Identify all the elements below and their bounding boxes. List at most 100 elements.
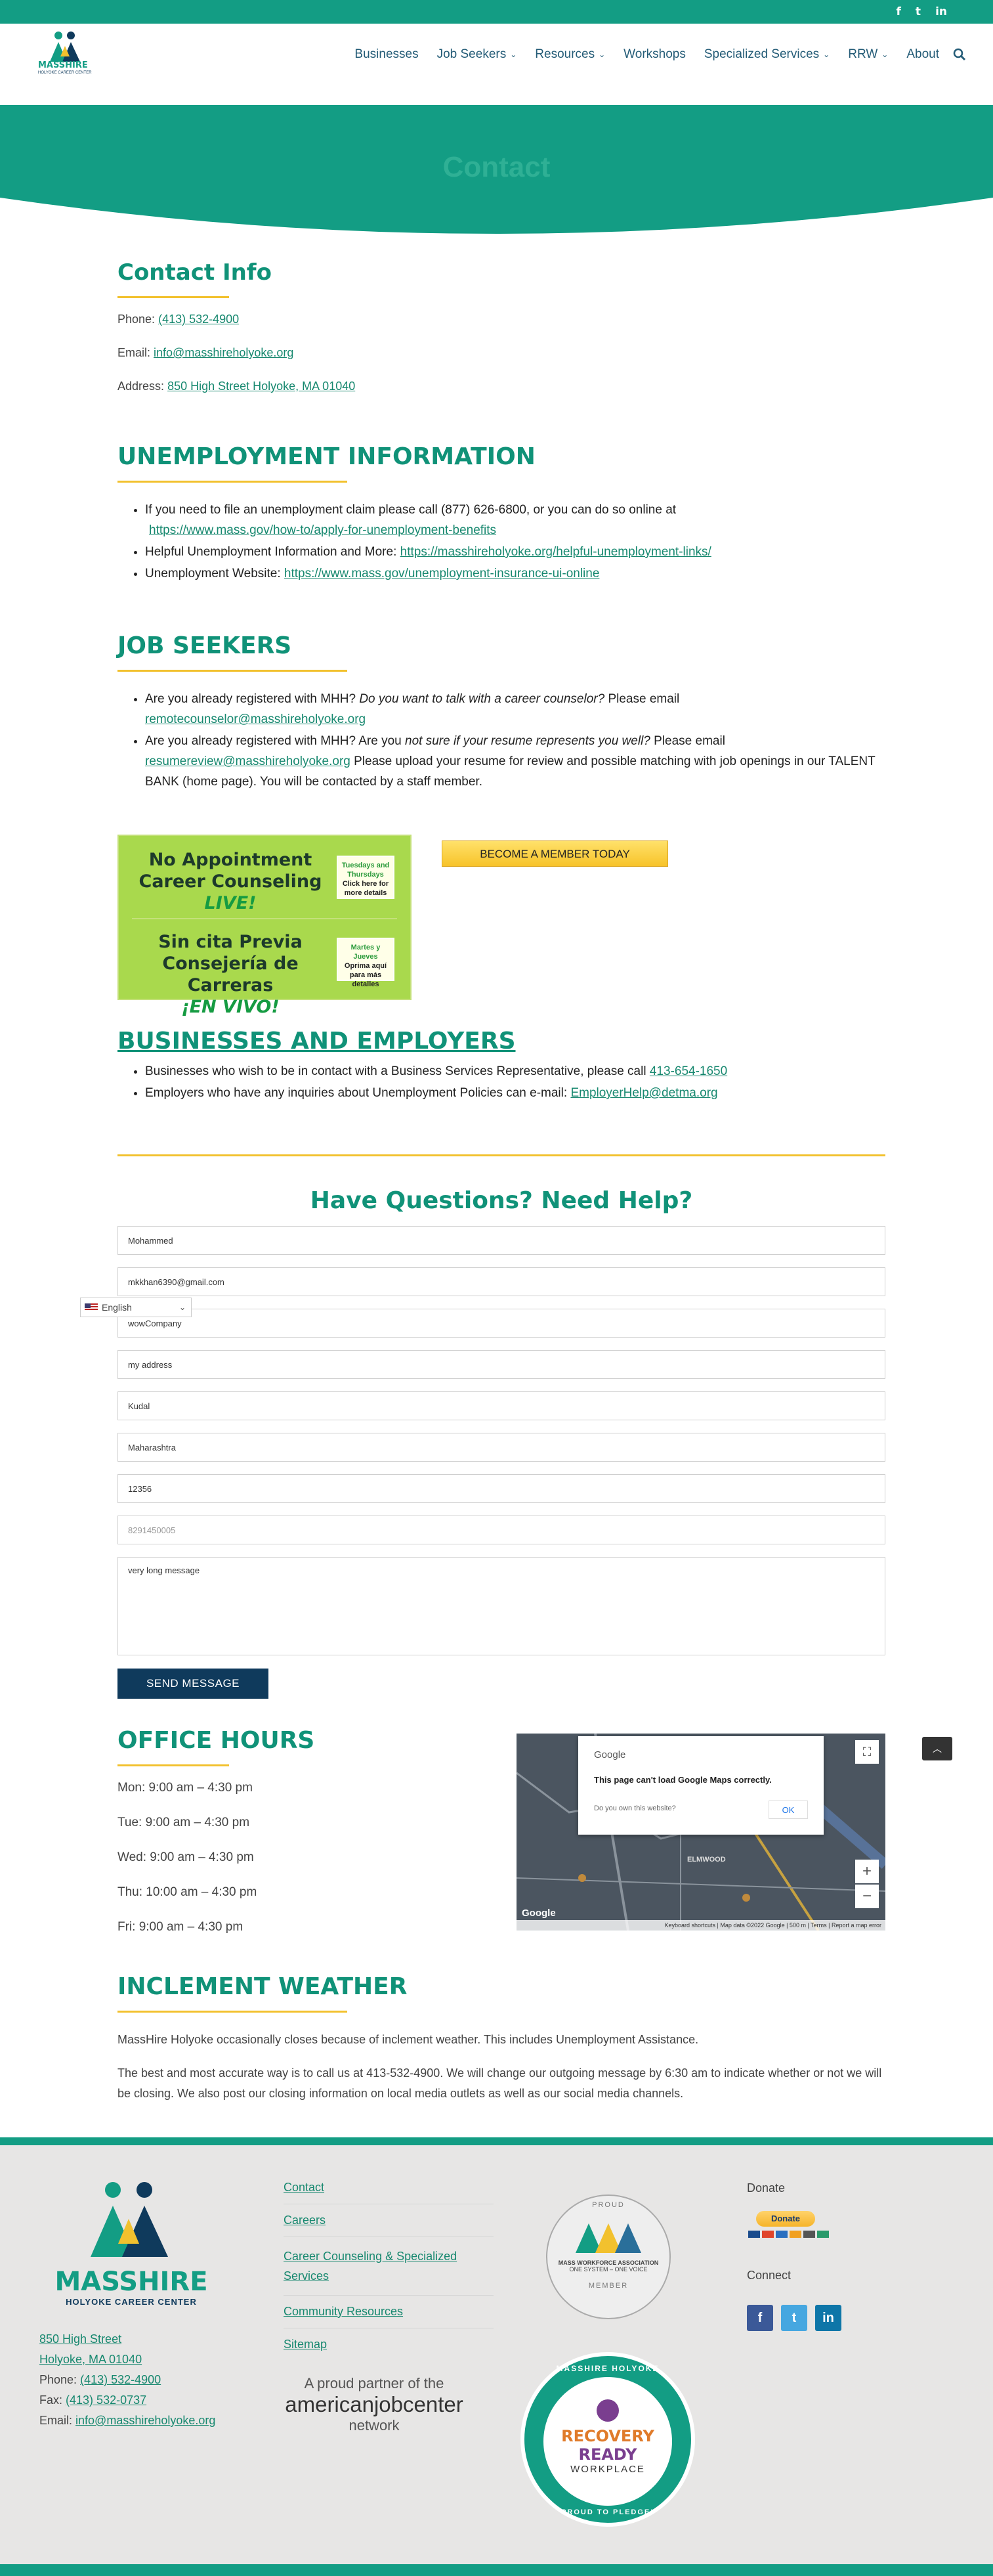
nav-about[interactable]: About [897, 47, 948, 62]
nav-workshops[interactable]: Workshops [614, 47, 695, 62]
connect-label: Connect [747, 2269, 792, 2282]
nav-job-seekers[interactable]: Job Seekers ⌄ [428, 47, 526, 62]
remote-counselor-email-link[interactable]: remotecounselor@masshireholyoke.org [145, 712, 366, 726]
hours-row: Fri: 9:00 am – 4:30 pm [117, 1920, 243, 1934]
nav-resources[interactable]: Resources ⌄ [526, 47, 614, 62]
footer-link-community-resources[interactable]: Community Resources [284, 2305, 403, 2318]
footer-contact: 850 High Street Holyoke, MA 01040 Phone:… [39, 2332, 216, 2427]
zoom-out-button[interactable]: − [855, 1885, 879, 1908]
footer-logo[interactable]: MASSHIRE HOLYOKE CAREER CENTER [39, 2178, 223, 2309]
nav-businesses[interactable]: Businesses [345, 47, 427, 62]
linkedin-icon[interactable]: in [815, 2305, 841, 2331]
become-member-button[interactable]: BECOME A MEMBER TODAY [442, 840, 668, 867]
state-field[interactable]: Maharashtra [117, 1433, 885, 1462]
nav-rrw[interactable]: RRW ⌄ [839, 47, 897, 62]
footer-link-contact[interactable]: Contact [284, 2181, 324, 2194]
footer-logo-mark [91, 2182, 168, 2257]
career-counseling-banner[interactable]: No Appointment Career Counseling LIVE! T… [117, 835, 412, 1017]
contact-form: Have Questions? Need Help? Mohammed mkkh… [117, 1187, 885, 1699]
phone-field[interactable]: 8291450005 [117, 1516, 885, 1544]
chevron-down-icon: ⌄ [179, 1303, 186, 1312]
facebook-icon[interactable]: f [897, 5, 901, 18]
message-textarea[interactable]: very long message [117, 1557, 885, 1655]
company-field[interactable]: wowCompany [117, 1309, 885, 1338]
ajc-partner-logo[interactable]: A proud partner of the americanjobcenter… [272, 2375, 476, 2434]
main-nav: Businesses Job Seekers ⌄ Resources ⌄ Works… [345, 47, 967, 62]
paypal-donate-button[interactable]: Donate [756, 2211, 815, 2227]
google-brand: Google [594, 1749, 626, 1760]
email-link[interactable]: info@masshireholyoke.org [154, 346, 293, 359]
footer-address-link-2[interactable]: Holyoke, MA 01040 [39, 2353, 142, 2366]
zip-field[interactable]: 12356 [117, 1474, 885, 1503]
footer-brand: MASSHIRE [54, 2267, 208, 2297]
zoom-in-button[interactable]: + [855, 1860, 879, 1883]
hours-row: Wed: 9:00 am – 4:30 pm [117, 1850, 254, 1864]
map-ok-button[interactable]: OK [769, 1801, 808, 1819]
list-item: Businesses who wish to be in contact wit… [145, 1061, 885, 1081]
footer-link-career-counseling[interactable]: Career Counseling & Specialized Services [284, 2250, 457, 2282]
chevron-down-icon: ⌄ [510, 50, 517, 59]
google-map[interactable]: ELMWOOD Google This page can't load Goog… [517, 1734, 885, 1931]
fullscreen-icon[interactable]: ⛶ [855, 1740, 879, 1764]
employer-help-email-link[interactable]: EmployerHelp@detma.org [570, 1086, 717, 1100]
address-field[interactable]: my address [117, 1350, 885, 1379]
masshire-logo[interactable]: MASSHIRE HOLYOKE CAREER CENTER [38, 30, 92, 76]
mwa-member-badge[interactable]: PROUD MASS WORKFORCE ASSOCIATION ONE SYS… [546, 2194, 671, 2319]
twitter-icon[interactable]: t [916, 5, 921, 18]
section-divider [117, 1154, 885, 1156]
hero-banner: Contact [0, 105, 993, 237]
banner-divider [132, 918, 397, 919]
unemployment-list: If you need to file an unemployment clai… [117, 500, 885, 584]
resume-review-email-link[interactable]: resumereview@masshireholyoke.org [145, 754, 350, 768]
footer-phone-link[interactable]: (413) 532-4900 [80, 2373, 161, 2386]
footer-link-careers[interactable]: Careers [284, 2214, 326, 2227]
footer-fax-link[interactable]: (413) 532-0737 [66, 2393, 146, 2407]
map-error-dialog: Google This page can't load Google Maps … [578, 1736, 824, 1835]
email-field[interactable]: mkkhan6390@gmail.com [117, 1267, 885, 1296]
facebook-icon[interactable]: f [747, 2305, 773, 2331]
helpful-links-link[interactable]: https://masshireholyoke.org/helpful-unem… [400, 545, 711, 559]
heading-underline [117, 2011, 347, 2013]
heading-underline [117, 481, 347, 483]
contact-info-heading: Contact Info [117, 259, 272, 286]
weather-paragraph-1: MassHire Holyoke occasionally closes bec… [117, 2033, 699, 2046]
contact-address-line: Address: 850 High Street Holyoke, MA 010… [117, 380, 356, 393]
twitter-icon[interactable]: t [781, 2305, 807, 2331]
footer-address-link[interactable]: 850 High Street [39, 2332, 121, 2346]
weather-heading: INCLEMENT WEATHER [117, 1973, 408, 2000]
banner-es-tag[interactable]: Martes y Jueves Oprima aquí para más det… [337, 938, 394, 988]
phone-link[interactable]: (413) 532-4900 [158, 313, 239, 326]
contact-phone-line: Phone: (413) 532-4900 [117, 313, 240, 326]
city-field[interactable]: Kudal [117, 1391, 885, 1420]
heading-underline [117, 1764, 229, 1766]
us-flag-icon [85, 1303, 98, 1311]
recovery-ready-badge[interactable]: MASSHIRE HOLYOKE RECOVERY READY WORKPLAC… [520, 2352, 695, 2527]
list-item: Employers who have any inquiries about U… [145, 1083, 885, 1103]
business-phone-link[interactable]: 413-654-1650 [650, 1064, 727, 1078]
scroll-to-top-button[interactable]: ︿ [922, 1737, 952, 1760]
ui-online-link[interactable]: https://www.mass.gov/unemployment-insura… [284, 567, 600, 580]
banner-en-tag[interactable]: Tuesdays and Thursdays Click here for mo… [337, 856, 394, 899]
list-item: Are you already registered with MHH? Are… [145, 731, 885, 792]
footer-link-sitemap[interactable]: Sitemap [284, 2338, 327, 2351]
footer-email-link[interactable]: info@masshireholyoke.org [75, 2414, 215, 2427]
language-select[interactable]: English ⌄ [80, 1298, 192, 1317]
send-message-button[interactable]: SEND MESSAGE [117, 1669, 268, 1699]
chevron-down-icon: ⌄ [881, 50, 889, 59]
nav-specialized-services[interactable]: Specialized Services ⌄ [695, 47, 839, 62]
search-icon[interactable] [952, 47, 967, 62]
rrw-inner: RECOVERY READY WORKPLACE [543, 2377, 672, 2506]
businesses-section: BUSINESSES AND EMPLOYERS Businesses who … [117, 1028, 885, 1156]
rrw-person-icon [597, 2399, 619, 2422]
linkedin-icon[interactable]: in [935, 5, 947, 18]
page-title: Contact [442, 151, 551, 183]
hours-row: Mon: 9:00 am – 4:30 pm [117, 1781, 253, 1795]
name-field[interactable]: Mohammed [117, 1226, 885, 1255]
site-footer: MASSHIRE HOLYOKE CAREER CENTER 850 High … [0, 2137, 993, 2576]
weather-section: INCLEMENT WEATHER MassHire Holyoke occas… [117, 1973, 885, 2104]
address-link[interactable]: 850 High Street Holyoke, MA 01040 [167, 380, 355, 393]
contact-email-line: Email: info@masshireholyoke.org [117, 346, 294, 359]
businesses-heading[interactable]: BUSINESSES AND EMPLOYERS [117, 1028, 885, 1055]
apply-benefits-link[interactable]: https://www.mass.gov/how-to/apply-for-un… [149, 523, 496, 537]
job-seekers-section: JOB SEEKERS Are you already registered w… [117, 632, 885, 793]
